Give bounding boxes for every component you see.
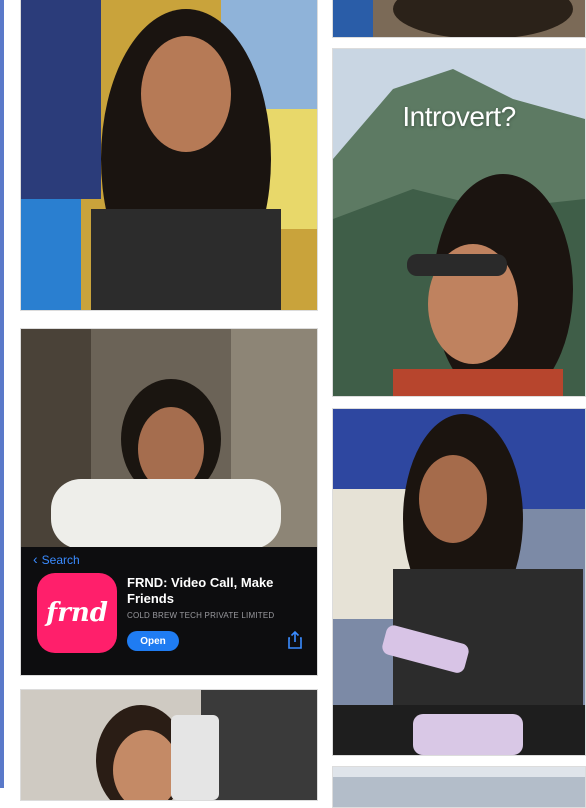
back-label: Search (41, 553, 80, 567)
frnd-app-icon[interactable]: frnd (37, 573, 117, 653)
share-icon[interactable] (287, 631, 303, 649)
video-thumbnail-mirror-selfie[interactable] (20, 689, 318, 801)
video-thumbnail-classroom[interactable] (20, 0, 318, 311)
thumbnail-image (333, 409, 585, 755)
app-developer: COLD BREW TECH PRIVATE LIMITED (127, 611, 275, 620)
video-thumbnail-phone-scroll[interactable] (332, 408, 586, 756)
back-to-search-link[interactable]: ‹ Search (33, 551, 80, 567)
chevron-left-icon: ‹ (33, 551, 38, 567)
app-store-card: ‹ Search frnd FRND: Video Call, Make Frie… (21, 547, 317, 675)
thumbnail-image (21, 690, 317, 800)
thumbnail-image (333, 767, 585, 807)
open-app-button[interactable]: Open (127, 631, 179, 651)
app-name: FRND: Video Call, Make Friends (127, 575, 274, 606)
video-thumbnail-bottom-partial[interactable] (332, 766, 586, 808)
video-thumbnail-introvert[interactable]: Introvert? (332, 48, 586, 397)
left-edge-bar (0, 0, 4, 788)
video-thumbnail-frnd-ad[interactable]: ‹ Search frnd FRND: Video Call, Make Frie… (20, 328, 318, 676)
thumbnail-image (333, 0, 585, 37)
overlay-caption: Introvert? (402, 101, 516, 132)
video-thumbnail-top-partial[interactable] (332, 0, 586, 38)
thumbnail-image (21, 0, 317, 310)
